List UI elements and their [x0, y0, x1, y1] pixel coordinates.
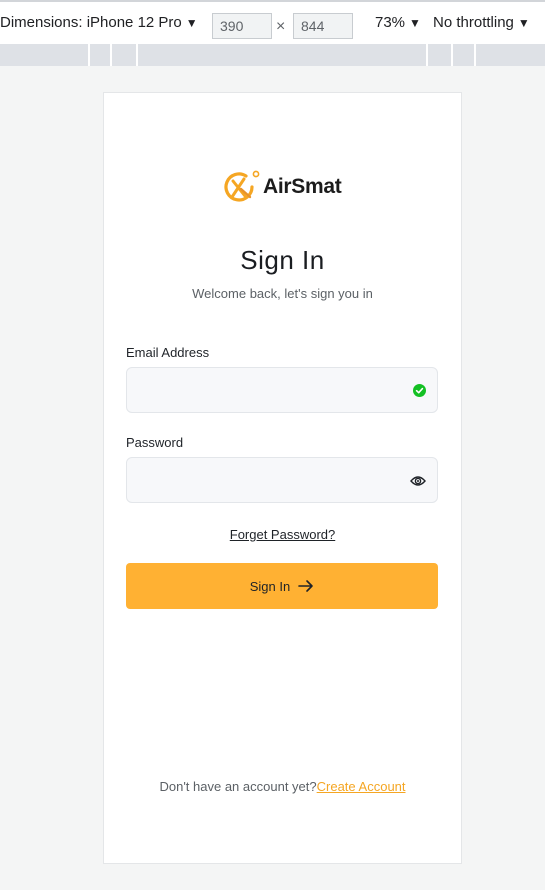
- throttling-label: No throttling: [433, 14, 514, 31]
- password-label: Password: [126, 435, 184, 450]
- caret-down-icon: ▼: [517, 16, 530, 30]
- ruler-divider: [451, 44, 453, 66]
- eye-icon[interactable]: [410, 474, 426, 488]
- ruler-divider: [474, 44, 476, 66]
- caret-down-icon: ▼: [409, 16, 421, 30]
- throttling-dropdown[interactable]: No throttling ▼: [433, 10, 530, 36]
- arrow-right-icon: [298, 580, 314, 592]
- email-field-wrapper: [126, 367, 438, 413]
- airsmat-logo-icon: [224, 170, 260, 202]
- caret-down-icon: ▼: [185, 16, 198, 30]
- devtools-device-toolbar: Dimensions: iPhone 12 Pro ▼ 390 × 844 73%…: [0, 0, 545, 44]
- signup-prompt: Don't have an account yet?Create Account: [104, 779, 461, 794]
- ruler-divider: [110, 44, 112, 66]
- sign-in-button-label: Sign In: [249, 578, 291, 594]
- viewport-height-input[interactable]: 844: [293, 13, 353, 39]
- create-account-link[interactable]: Create Account: [317, 779, 406, 794]
- page-subtitle: Welcome back, let's sign you in: [192, 286, 373, 301]
- check-circle-icon: [413, 384, 426, 397]
- viewport-width-input[interactable]: 390: [212, 13, 272, 39]
- brand-logo: AirSmat: [223, 167, 342, 207]
- ruler-divider: [426, 44, 428, 66]
- device-dimensions-dropdown[interactable]: Dimensions: iPhone 12 Pro ▼: [0, 10, 198, 36]
- signup-prompt-text: Don't have an account yet?: [159, 779, 317, 794]
- forgot-password-link[interactable]: Forget Password?: [230, 527, 336, 542]
- zoom-label: 73%: [375, 14, 406, 31]
- ruler-divider: [88, 44, 90, 66]
- device-dimensions-label: Dimensions: iPhone 12 Pro: [0, 14, 182, 31]
- forgot-password-row: Forget Password?: [104, 527, 461, 542]
- password-field[interactable]: [127, 458, 397, 502]
- brand-name: AirSmat: [263, 175, 342, 198]
- sign-in-button[interactable]: Sign In: [126, 563, 438, 609]
- password-field-wrapper: [126, 457, 438, 503]
- email-field[interactable]: [127, 368, 397, 412]
- ruler-divider: [136, 44, 138, 66]
- zoom-dropdown[interactable]: 73% ▼: [375, 10, 421, 36]
- media-query-ruler[interactable]: [0, 44, 545, 66]
- email-label: Email Address: [126, 345, 210, 360]
- device-viewport: AirSmat Sign In Welcome back, let's sign…: [103, 92, 462, 864]
- dimension-separator: ×: [276, 18, 286, 35]
- page-title: Sign In: [240, 245, 325, 275]
